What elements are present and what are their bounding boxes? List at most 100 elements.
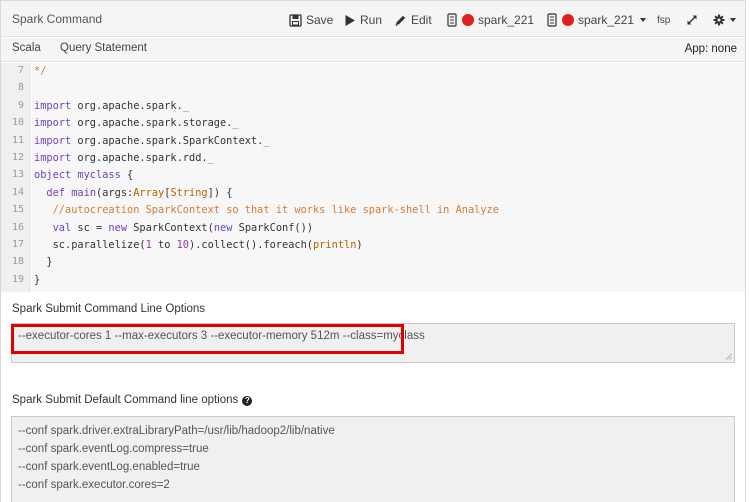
tab-bar: Scala Query Statement App: none bbox=[1, 38, 745, 62]
code-line: } bbox=[34, 274, 40, 286]
code-token: } bbox=[34, 256, 53, 269]
expand-icon bbox=[687, 15, 697, 25]
code-token: (args: bbox=[96, 186, 134, 199]
code-line: def main(args:Array[String]) { bbox=[34, 187, 232, 199]
line-number: 8 bbox=[17, 82, 24, 94]
edit-button[interactable]: Edit bbox=[394, 11, 432, 29]
default-option-line: --conf spark.driver.extraLibraryPath=/us… bbox=[18, 425, 335, 437]
run-button[interactable]: Run bbox=[344, 11, 382, 29]
code-token: sc.parallelize( bbox=[34, 239, 146, 251]
code-line: sc.parallelize(1 to 10).collect().foreac… bbox=[34, 239, 363, 251]
code-token: String bbox=[170, 186, 208, 199]
cluster-selector-1[interactable]: spark_221 bbox=[447, 11, 534, 29]
code-token: val bbox=[52, 221, 72, 234]
code-token: _ bbox=[207, 152, 214, 164]
cluster-selector-2[interactable]: spark_221 bbox=[547, 11, 647, 29]
expand-button[interactable] bbox=[686, 11, 698, 29]
help-icon[interactable]: ? bbox=[242, 396, 253, 406]
line-number: 12 bbox=[11, 152, 24, 163]
line-number: 19 bbox=[11, 273, 24, 285]
line-number: 15 bbox=[11, 204, 24, 216]
line-number: 10 bbox=[11, 117, 24, 129]
resize-handle-icon[interactable] bbox=[725, 353, 732, 360]
panel-title: Spark Command bbox=[12, 12, 103, 26]
default-options-label-text: Spark Submit Default Command line option… bbox=[12, 394, 239, 406]
code-token: import bbox=[34, 152, 72, 164]
line-number-gutter: 7 8 9 10 11 12 13 14 15 16 17 18 19 bbox=[1, 63, 30, 292]
code-token: import bbox=[34, 134, 72, 147]
code-line: //autocreation SparkContext so that it w… bbox=[34, 204, 499, 216]
code-token: object bbox=[34, 169, 72, 182]
code-token: _ bbox=[182, 99, 189, 112]
cluster-name: spark_221 bbox=[478, 13, 535, 27]
code-line: val sc = new SparkContext(new SparkConf(… bbox=[34, 222, 313, 234]
line-number: 14 bbox=[11, 186, 24, 198]
line-number: 11 bbox=[11, 134, 24, 146]
default-option-line: --conf spark.eventLog.enabled=true bbox=[18, 461, 200, 473]
code-token: to bbox=[151, 239, 177, 251]
save-icon bbox=[289, 13, 302, 27]
code-token: def bbox=[46, 186, 66, 199]
code-token: sc = bbox=[71, 221, 109, 234]
code-token: //autocreation SparkContext so that it w… bbox=[52, 204, 499, 217]
default-option-line: --conf spark.eventLog.compress=true bbox=[18, 443, 209, 455]
line-number: 9 bbox=[17, 99, 24, 111]
code-token: ).collect().foreach( bbox=[189, 239, 314, 251]
code-token: SparkConf()) bbox=[232, 221, 314, 234]
code-line: import org.apache.spark.SparkContext._ bbox=[34, 135, 270, 147]
code-token: Array bbox=[133, 186, 165, 199]
tab-scala[interactable]: Scala bbox=[12, 42, 41, 54]
highlight-box bbox=[11, 324, 404, 354]
code-line: */ bbox=[34, 65, 46, 77]
code-token: org.apache.spark.SparkContext. bbox=[71, 134, 264, 147]
command-panel: Spark Command Save Run Edit spark_221 sp… bbox=[0, 0, 746, 502]
cluster-status-dot bbox=[562, 14, 574, 26]
code-token: main bbox=[71, 186, 97, 199]
server-icon bbox=[547, 13, 557, 27]
line-number: 7 bbox=[17, 65, 24, 76]
run-label: Run bbox=[360, 13, 383, 27]
tab-query-statement[interactable]: Query Statement bbox=[60, 42, 147, 54]
code-line: import org.apache.spark.rdd._ bbox=[34, 152, 214, 164]
code-token: 10 bbox=[176, 239, 190, 251]
code-token: ]) { bbox=[207, 186, 233, 199]
code-token: { bbox=[120, 169, 134, 182]
app-status: App: none bbox=[684, 43, 737, 55]
play-icon bbox=[345, 14, 355, 26]
code-token: org.apache.spark.rdd. bbox=[71, 152, 208, 164]
code-editor[interactable]: 7 8 9 10 11 12 13 14 15 16 17 18 19 */ import org.apa… bbox=[1, 63, 745, 292]
code-token: myclass bbox=[77, 169, 121, 182]
code-token: ) bbox=[356, 239, 363, 251]
code-token: } bbox=[34, 273, 41, 286]
settings-button[interactable] bbox=[713, 11, 736, 29]
save-button[interactable]: Save bbox=[289, 11, 333, 29]
server-icon bbox=[447, 13, 457, 27]
code-token: new bbox=[108, 221, 128, 234]
code-token: _ bbox=[263, 134, 270, 147]
code-line: import org.apache.spark.storage._ bbox=[34, 117, 239, 129]
line-number: 16 bbox=[11, 221, 24, 233]
code-line: object myclass { bbox=[34, 169, 133, 181]
default-options-field[interactable]: --conf spark.driver.extraLibraryPath=/us… bbox=[11, 416, 735, 502]
code-line: } bbox=[34, 256, 53, 269]
line-number: 17 bbox=[11, 239, 24, 250]
code-token: org.apache.spark. bbox=[71, 99, 183, 112]
pencil-icon bbox=[395, 15, 406, 26]
edit-label: Edit bbox=[411, 13, 432, 27]
fsp-button[interactable]: fsp bbox=[657, 11, 670, 29]
code-line: import org.apache.spark._ bbox=[34, 100, 189, 112]
cluster-name: spark_221 bbox=[578, 13, 635, 27]
cluster-status-dot bbox=[462, 14, 474, 26]
gear-icon bbox=[713, 14, 725, 26]
chevron-down-icon bbox=[730, 18, 736, 22]
fsp-label: fsp bbox=[657, 14, 671, 26]
panel-header: Spark Command Save Run Edit spark_221 sp… bbox=[1, 1, 745, 37]
code-token: new bbox=[213, 221, 233, 234]
line-number: 18 bbox=[11, 256, 24, 268]
submit-options-label: Spark Submit Command Line Options bbox=[12, 303, 206, 315]
code-token: org.apache.spark.storage. bbox=[71, 117, 233, 130]
default-options-label: Spark Submit Default Command line option… bbox=[12, 394, 253, 406]
